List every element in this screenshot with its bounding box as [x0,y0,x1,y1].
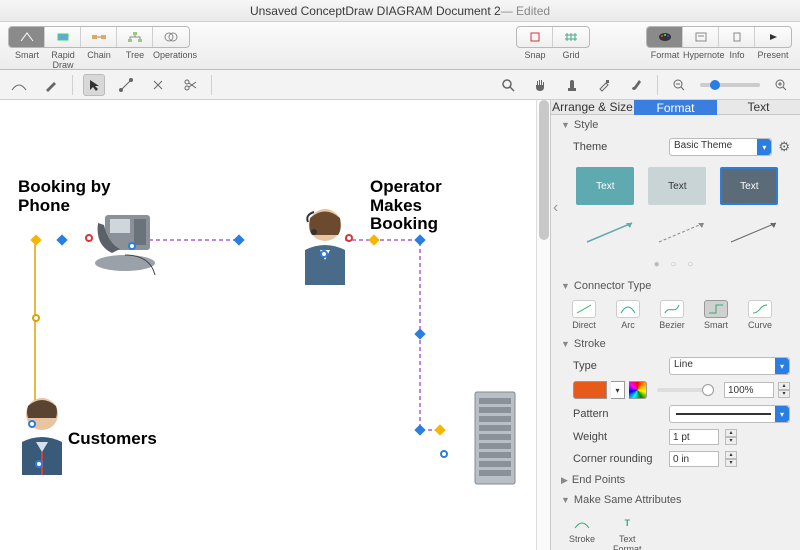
node-operator[interactable] [290,200,360,293]
mode-smart[interactable] [9,27,45,47]
style-swatch-2[interactable]: Text [648,167,706,205]
info-button[interactable] [719,27,755,47]
snap-button[interactable] [517,27,553,47]
vertical-scrollbar[interactable] [536,100,550,550]
pattern-select[interactable]: ▾ [669,405,790,423]
opacity-field[interactable]: 100% [724,382,774,398]
opacity-slider[interactable] [657,388,714,392]
corner-field[interactable]: 0 in [669,451,719,467]
section-endpoints[interactable]: ▶End Points [551,470,800,490]
canvas[interactable]: Booking by Phone Operator Makes Booking … [0,100,550,550]
make-same-text[interactable]: TText Format [613,514,642,550]
grid-button[interactable] [553,27,589,47]
node-server[interactable] [470,390,520,493]
stamp-tool-icon[interactable] [561,74,583,96]
format-panel: Arrange & Size Format Text ▼Style Theme … [550,100,800,550]
node-customer[interactable] [10,390,75,483]
brush-icon[interactable] [625,74,647,96]
present-button[interactable] [755,27,791,47]
zoom-slider[interactable] [700,83,760,87]
stroke-type-select[interactable]: Line▾ [669,357,790,375]
zoom-in-icon[interactable] [770,74,792,96]
make-same-stroke[interactable]: Stroke [569,514,595,550]
format-panel-button[interactable] [647,27,683,47]
mode-tree[interactable] [117,27,153,47]
mode-rapid-draw[interactable] [45,27,81,47]
tab-text[interactable]: Text [717,100,800,115]
mode-group: Smart Rapid Draw Chain Tree Operations [8,26,190,70]
label-operator[interactable]: Operator Makes Booking [370,178,442,234]
style-swatch-1[interactable]: Text [576,167,634,205]
corner-stepper[interactable]: ▴▾ [725,451,737,467]
scissors-icon[interactable] [179,74,201,96]
mode-operations[interactable] [153,27,189,47]
main-toolbar: Smart Rapid Draw Chain Tree Operations S… [0,22,800,70]
edit-points-icon[interactable] [115,74,137,96]
weight-field[interactable]: 1 pt [669,429,719,445]
connector-smart[interactable]: Smart [697,300,735,330]
section-style[interactable]: ▼Style [551,115,800,135]
connector-bezier[interactable]: Bezier [653,300,691,330]
pen-tool-icon[interactable] [40,74,62,96]
hand-tool-icon[interactable] [529,74,551,96]
zoom-out-icon[interactable] [668,74,690,96]
doc-title: Unsaved ConceptDraw DIAGRAM Document 2 [250,4,501,18]
color-picker-icon[interactable] [629,381,647,399]
stroke-color-dropdown[interactable]: ▾ [611,381,625,399]
arrow-style-1[interactable] [582,217,640,247]
doc-edited: — Edited [501,4,550,18]
tab-format[interactable]: Format [634,100,717,115]
gear-icon[interactable]: ⚙ [778,139,790,155]
connector-direct[interactable]: Direct [565,300,603,330]
hypernote-button[interactable] [683,27,719,47]
section-make-same[interactable]: ▼Make Same Attributes [551,490,800,510]
style-swatch-3[interactable]: Text [720,167,778,205]
stroke-color-chip[interactable] [573,381,607,399]
chevron-left-icon[interactable]: ‹ [551,199,560,217]
connector-tool-icon[interactable] [8,74,30,96]
page-dots[interactable]: ● ○ ○ [551,257,800,276]
section-connector[interactable]: ▼Connector Type [551,276,800,296]
mode-chain[interactable] [81,27,117,47]
secondary-toolbar [0,70,800,100]
weight-stepper[interactable]: ▴▾ [725,429,737,445]
connector-arc[interactable]: Arc [609,300,647,330]
tab-arrange[interactable]: Arrange & Size [551,100,634,115]
opacity-stepper[interactable]: ▴▾ [778,382,790,398]
window-titlebar: Unsaved ConceptDraw DIAGRAM Document 2 —… [0,0,800,22]
eyedropper-icon[interactable] [593,74,615,96]
anchor-tool-icon[interactable] [147,74,169,96]
arrow-style-2[interactable] [654,217,712,247]
label-customers[interactable]: Customers [68,430,157,449]
connector-curve[interactable]: Curve [741,300,779,330]
search-icon[interactable] [497,74,519,96]
theme-select[interactable]: Basic Theme▾ [669,138,772,156]
arrow-tool-icon[interactable] [83,74,105,96]
section-stroke[interactable]: ▼Stroke [551,334,800,354]
arrow-style-3[interactable] [726,217,784,247]
